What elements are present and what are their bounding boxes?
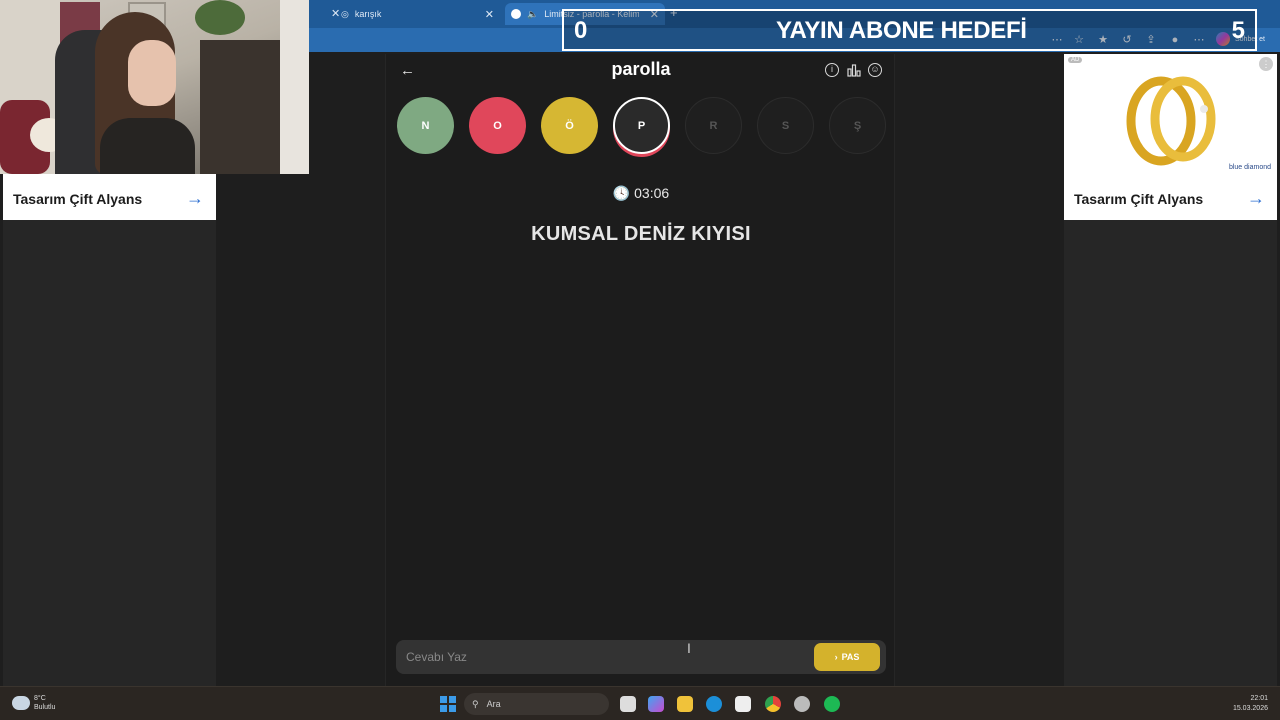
letter-circle-pending: Ş <box>829 97 886 154</box>
close-tab-icon[interactable]: ✕ <box>485 8 494 21</box>
settings-app-icon[interactable] <box>794 696 810 712</box>
pass-button[interactable]: › PAS <box>814 643 880 671</box>
gold-rings-image <box>1126 76 1216 166</box>
letter-label: S <box>781 119 790 132</box>
left-ad-banner[interactable]: Tasarım Çift Alyans → <box>3 174 216 220</box>
goal-current: 0 <box>574 17 588 44</box>
windows-start-icon[interactable] <box>440 696 456 712</box>
temperature: 8°C <box>34 695 46 702</box>
tab-label: karışık <box>354 9 382 19</box>
letter-circle-pending: R <box>685 97 742 154</box>
letter-circle-passed: Ö <box>541 97 598 154</box>
letter-label: Ö <box>565 119 574 132</box>
letter-label: O <box>493 119 502 132</box>
system-clock[interactable]: 22:01 15.03.2026 <box>1233 694 1268 714</box>
letter-circle-pending: S <box>757 97 814 154</box>
task-view-icon[interactable] <box>620 696 636 712</box>
stats-icon[interactable] <box>847 63 861 77</box>
taskbar: 8°C Bulutlu ⚲ Ara 22:01 15.03.2026 <box>0 686 1280 720</box>
ad-title[interactable]: Tasarım Çift Alyans <box>1074 191 1203 207</box>
right-ad-space <box>1064 220 1277 686</box>
pass-label: PAS <box>841 652 860 662</box>
globe-icon: ◎ <box>341 8 349 19</box>
ad-badge: AD <box>1068 57 1083 63</box>
profile-icon[interactable]: ☺ <box>868 63 882 77</box>
clock-icon: 🕓 <box>612 185 631 201</box>
letter-label: P <box>637 119 646 132</box>
text-cursor-icon: I <box>687 640 691 656</box>
chevron-right-icon: › <box>834 652 838 662</box>
cloud-icon <box>12 696 30 710</box>
chrome-icon[interactable] <box>765 696 781 712</box>
letter-circle-active: P <box>613 97 670 154</box>
letter-label: R <box>709 119 718 132</box>
info-icon[interactable]: i <box>825 63 839 77</box>
goal-title: YAYIN ABONE HEDEFİ <box>776 17 1027 44</box>
letter-circle-correct: N <box>397 97 454 154</box>
subscriber-goal-overlay: 0 YAYIN ABONE HEDEFİ 5 <box>562 9 1257 51</box>
store-icon[interactable] <box>735 696 751 712</box>
clue-text: KUMSAL DENİZ KIYISI <box>531 223 751 245</box>
game-panel: ← parolla i ☺ NOÖPRSŞ 🕓 03:06 KUMSAL DEN… <box>385 54 895 686</box>
webcam-feed <box>0 0 309 174</box>
right-ad-banner[interactable]: AD ⋮ blue diamond Tasarım Çift Alyans → <box>1064 54 1277 220</box>
speaker-icon[interactable]: 🔈 <box>527 9 538 20</box>
arrow-right-icon[interactable]: → <box>1247 188 1265 209</box>
letter-label: N <box>421 119 430 132</box>
file-explorer-icon[interactable] <box>677 696 693 712</box>
timer: 🕓 03:06 <box>386 185 896 202</box>
weather-condition: Bulutlu <box>34 704 56 711</box>
copilot-app-icon[interactable] <box>648 696 664 712</box>
letter-label: Ş <box>853 119 862 132</box>
search-label: Ara <box>486 699 501 709</box>
brand-logo: blue diamond <box>1228 164 1271 171</box>
game-logo: parolla <box>611 59 671 79</box>
search-icon: ⚲ <box>472 698 479 709</box>
letter-circle-wrong: O <box>469 97 526 154</box>
taskbar-search[interactable]: ⚲ Ara <box>464 693 609 715</box>
ad-options-icon[interactable]: ⋮ <box>1259 57 1273 71</box>
weather-widget[interactable]: 8°C Bulutlu <box>12 694 55 712</box>
parolla-favicon-icon <box>511 9 521 19</box>
timer-value: 03:06 <box>634 185 670 201</box>
clock-date: 15.03.2026 <box>1232 705 1268 712</box>
ad-title[interactable]: Tasarım Çift Alyans <box>13 191 142 207</box>
tab-karisik[interactable]: ◎ karışık ✕ <box>335 3 500 25</box>
clock-time: 22:01 <box>1250 695 1268 702</box>
left-ad-space <box>3 220 216 686</box>
answer-bar: › PAS <box>396 640 886 674</box>
goal-target: 5 <box>1231 17 1245 44</box>
spotify-icon[interactable] <box>824 696 840 712</box>
answer-input[interactable] <box>396 640 806 674</box>
arrow-right-icon[interactable]: → <box>186 188 204 209</box>
edge-icon[interactable] <box>706 696 722 712</box>
